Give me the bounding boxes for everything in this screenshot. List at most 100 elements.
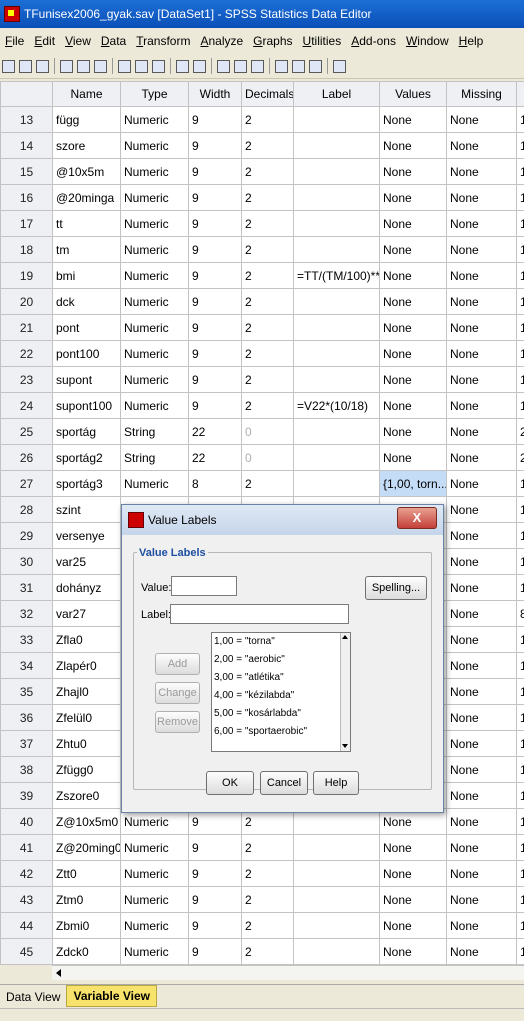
menu-help[interactable]: Help [454,34,489,48]
menu-graphs[interactable]: Graphs [248,34,297,48]
cell-columns[interactable]: 11 [517,861,524,887]
menu-edit[interactable]: Edit [29,34,60,48]
cell-columns[interactable]: 11 [517,757,524,783]
cell-label[interactable]: =TT/(TM/100)**2 [294,263,380,289]
cell-type[interactable]: Numeric [121,471,189,497]
remove-button[interactable]: Remove [155,711,200,733]
cell-missing[interactable]: None [447,653,517,679]
row-number[interactable]: 16 [1,185,53,211]
cell-name[interactable]: Zszore0 [53,783,121,809]
cell-missing[interactable]: None [447,549,517,575]
cell-decimals[interactable]: 2 [242,263,294,289]
row-number[interactable]: 45 [1,939,53,965]
cell-missing[interactable]: None [447,783,517,809]
cell-values[interactable]: None [380,445,447,471]
label-input[interactable] [170,604,349,624]
cell-label[interactable] [294,289,380,315]
cell-values[interactable]: None [380,367,447,393]
cell-label[interactable] [294,419,380,445]
cell-name[interactable]: Z@20ming0 [53,835,121,861]
row-number[interactable]: 17 [1,211,53,237]
cell-missing[interactable]: None [447,289,517,315]
cell-name[interactable]: tt [53,211,121,237]
row-number[interactable]: 13 [1,107,53,133]
cell-missing[interactable]: None [447,627,517,653]
cell-type[interactable]: Numeric [121,289,189,315]
row-number[interactable]: 41 [1,835,53,861]
column-header[interactable]: Type [121,82,189,107]
cell-missing[interactable]: None [447,809,517,835]
spelling-button[interactable]: Spelling... [365,576,427,600]
cell-values[interactable]: None [380,289,447,315]
value-input[interactable] [171,576,237,596]
weight-cases-icon[interactable] [234,60,247,73]
menu-utilities[interactable]: Utilities [298,34,347,48]
spell-check-icon[interactable] [333,60,346,73]
cancel-button[interactable]: Cancel [260,771,308,795]
cell-name[interactable]: supont [53,367,121,393]
cell-decimals[interactable]: 2 [242,939,294,965]
cell-name[interactable]: sportág [53,419,121,445]
cell-values[interactable]: {1,00, torn... [380,471,447,497]
row-number[interactable]: 39 [1,783,53,809]
row-number[interactable]: 18 [1,237,53,263]
cell-name[interactable]: supont100 [53,393,121,419]
cell-name[interactable]: Zfelül0 [53,705,121,731]
cell-name[interactable]: Zlapér0 [53,653,121,679]
split-file-icon[interactable] [217,60,230,73]
cell-values[interactable]: None [380,159,447,185]
cell-missing[interactable]: None [447,107,517,133]
cell-label[interactable] [294,185,380,211]
cell-label[interactable] [294,887,380,913]
cell-name[interactable]: tm [53,237,121,263]
row-number[interactable]: 21 [1,315,53,341]
column-header[interactable]: C [517,82,524,107]
column-header[interactable]: Decimals [242,82,294,107]
list-scrollbar[interactable] [340,633,350,751]
cell-missing[interactable]: None [447,133,517,159]
cell-label[interactable] [294,939,380,965]
cell-label[interactable] [294,913,380,939]
cell-decimals[interactable]: 2 [242,237,294,263]
cell-type[interactable]: Numeric [121,185,189,211]
cell-values[interactable]: None [380,315,447,341]
cell-missing[interactable]: None [447,887,517,913]
cell-width[interactable]: 9 [189,887,242,913]
cell-missing[interactable]: None [447,497,517,523]
row-number[interactable]: 24 [1,393,53,419]
cell-name[interactable]: pont100 [53,341,121,367]
horizontal-scrollbar[interactable] [52,965,524,980]
cell-values[interactable]: None [380,341,447,367]
column-header[interactable]: Label [294,82,380,107]
tab-variable-view[interactable]: Variable View [66,985,157,1007]
row-number[interactable]: 26 [1,445,53,471]
goto-case-icon[interactable] [118,60,131,73]
cell-name[interactable]: dohányz [53,575,121,601]
undo-icon[interactable] [77,60,90,73]
corner-cell[interactable] [1,82,53,107]
cell-name[interactable]: sportág3 [53,471,121,497]
use-sets-icon[interactable] [292,60,305,73]
cell-name[interactable]: Zfügg0 [53,757,121,783]
cell-name[interactable]: bmi [53,263,121,289]
menu-data[interactable]: Data [96,34,131,48]
cell-width[interactable]: 22 [189,419,242,445]
row-number[interactable]: 38 [1,757,53,783]
cell-name[interactable]: @10x5m [53,159,121,185]
find-icon[interactable] [152,60,165,73]
cell-type[interactable]: String [121,419,189,445]
cell-columns[interactable]: 11 [517,289,524,315]
value-labels-list[interactable]: 1,00 = "torna" 2,00 = "aerobic" 3,00 = "… [211,632,351,752]
cell-name[interactable]: Zhtu0 [53,731,121,757]
cell-columns[interactable]: 11 [517,133,524,159]
row-number[interactable]: 31 [1,575,53,601]
cell-type[interactable]: Numeric [121,133,189,159]
cell-missing[interactable]: None [447,315,517,341]
row-number[interactable]: 33 [1,627,53,653]
row-number[interactable]: 44 [1,913,53,939]
cell-decimals[interactable]: 2 [242,107,294,133]
cell-name[interactable]: var27 [53,601,121,627]
cell-name[interactable]: @20minga [53,185,121,211]
variables-icon[interactable] [135,60,148,73]
cell-decimals[interactable]: 2 [242,887,294,913]
